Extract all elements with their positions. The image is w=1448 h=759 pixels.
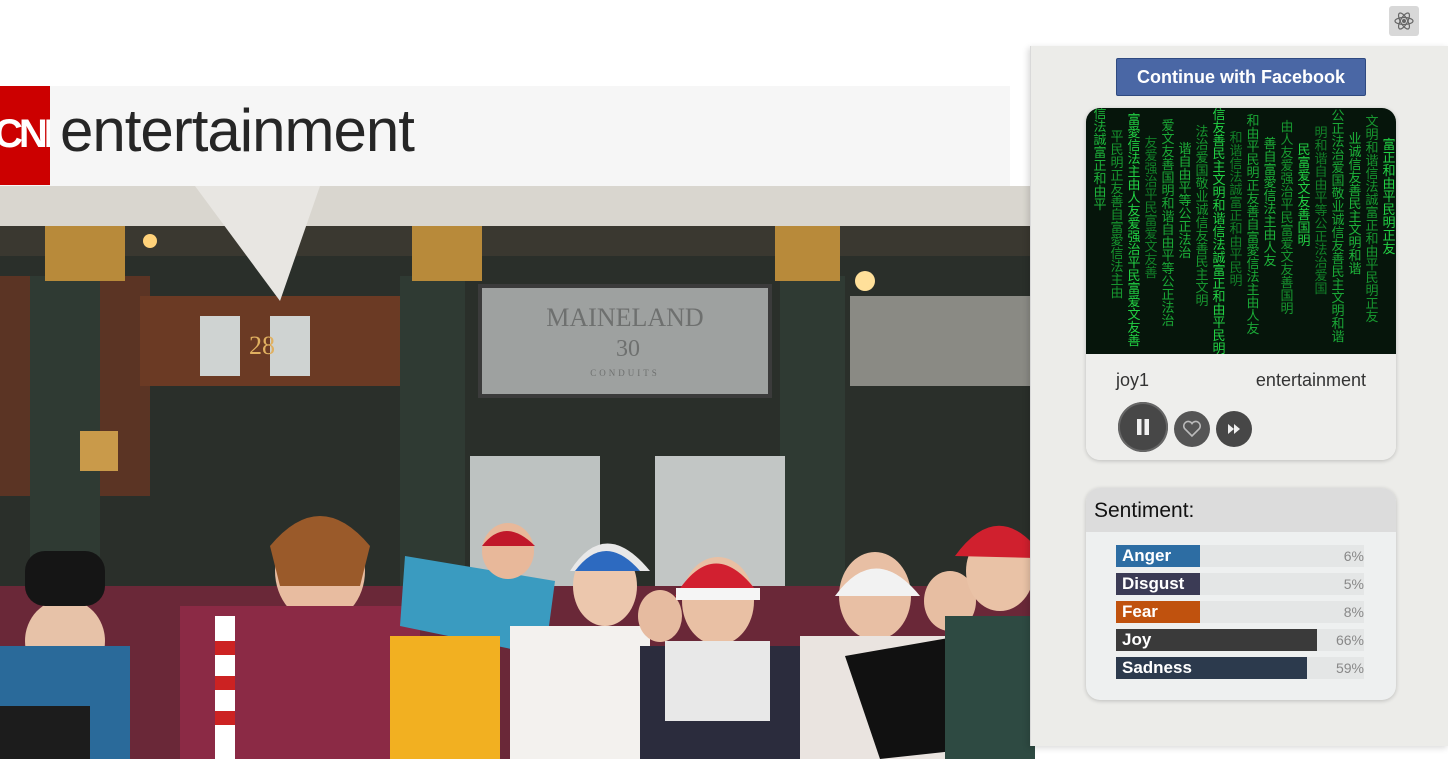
station-label: entertainment — [1255, 370, 1366, 390]
sentiment-row-sadness: Sadness 59% — [1116, 657, 1364, 679]
sentiment-label: Fear — [1122, 602, 1158, 621]
player-meta: joy1 entertainment — [1086, 354, 1396, 460]
extension-panel: Continue with Facebook 信法誠富正和由平 平民明正友善自富愛… — [1030, 46, 1448, 746]
window-number: 28 — [249, 331, 275, 360]
logo-text: CNN — [0, 112, 50, 156]
site-header: CNN entertainment — [0, 86, 1010, 186]
pause-icon — [1137, 419, 1149, 435]
sentiment-label: Anger — [1122, 546, 1172, 565]
sentiment-title: Sentiment: — [1086, 488, 1396, 532]
matrix-column: 善自富愛信法主由人友 — [1263, 137, 1277, 269]
sentiment-percent: 59% — [1335, 660, 1364, 676]
sentiment-row-anger: Anger 6% — [1116, 545, 1364, 567]
matrix-column: 法治爱国敬业诚信友善民主文明 — [1195, 125, 1209, 309]
hero-photo: MAINELAND 30 CONDUITS 28 — [0, 186, 1035, 759]
sentiment-label: Disgust — [1122, 574, 1185, 593]
sentiment-card: Sentiment: Anger 6% Disgust 5% Fear 8% Joy 66% S… — [1086, 488, 1396, 700]
matrix-column: 友爱强治平民富爱文友善 — [1144, 136, 1158, 281]
sentiment-row-disgust: Disgust 5% — [1116, 573, 1364, 595]
matrix-column: 和由平民明正友善自富愛信法主由人友 — [1246, 114, 1260, 337]
matrix-column: 谐自由平等公正法治 — [1178, 142, 1192, 261]
matrix-visualizer: 信法誠富正和由平 平民明正友善自富愛信法主由 富愛信法主由人友爱强治平民富爱文友善友… — [1086, 108, 1396, 354]
matrix-column: 业诚信友善民主文明和谐 — [1348, 132, 1362, 277]
cnn-logo[interactable]: CNN — [0, 86, 50, 185]
sentiment-label: Joy — [1122, 630, 1152, 649]
matrix-column: 文明和谐信法誠富正和由平民明正友 — [1365, 115, 1379, 325]
sign-number: 30 — [616, 336, 640, 362]
user-label: joy1 — [1116, 370, 1150, 390]
matrix-column: 公正法治爱国敬业诚信友善民主文明和谐 — [1331, 109, 1345, 345]
atom-icon — [1394, 12, 1414, 30]
sentiment-percent: 6% — [1343, 548, 1364, 564]
matrix-column: 富正和由平民明正友 — [1382, 138, 1396, 257]
pause-button[interactable] — [1118, 402, 1168, 452]
sign-sub: CONDUITS — [590, 368, 660, 378]
matrix-column: 信法誠富正和由平 — [1093, 108, 1107, 213]
matrix-column: 富愛信法主由人友爱强治平民富爱文友善 — [1127, 113, 1141, 349]
matrix-column: 民富爱文友善国明 — [1297, 143, 1311, 249]
matrix-column: 平民明正友善自富愛信法主由 — [1110, 130, 1124, 301]
sentiment-row-joy: Joy 66% — [1116, 629, 1364, 651]
sentiment-percent: 5% — [1343, 576, 1364, 592]
matrix-column: 明和谐自由平等公正法治爱国 — [1314, 126, 1328, 297]
skip-button[interactable] — [1216, 411, 1252, 447]
heart-icon — [1182, 420, 1202, 438]
like-button[interactable] — [1174, 411, 1210, 447]
continue-with-facebook-button[interactable]: Continue with Facebook — [1116, 58, 1366, 96]
sentiment-row-fear: Fear 8% — [1116, 601, 1364, 623]
sign-text: MAINELAND — [546, 303, 703, 332]
next-icon — [1228, 424, 1240, 434]
sentiment-label: Sadness — [1122, 658, 1192, 677]
sentiment-percent: 66% — [1335, 632, 1364, 648]
sentiment-percent: 8% — [1343, 604, 1364, 620]
matrix-column: 由人友爱强治平民富爱文友善国明 — [1280, 120, 1294, 317]
section-title: entertainment — [60, 97, 415, 164]
player-card: 信法誠富正和由平 平民明正友善自富愛信法主由 富愛信法主由人友爱强治平民富爱文友善友… — [1086, 108, 1396, 460]
matrix-column: 信友善民主文明和谐信法誠富正和由平民明 — [1212, 108, 1226, 354]
extension-toggle-button[interactable] — [1389, 6, 1419, 36]
hero-photo-drawing: MAINELAND 30 CONDUITS 28 — [0, 186, 1035, 759]
matrix-column: 爱文友善国明和谐自由平等公正法治 — [1161, 119, 1175, 329]
matrix-column: 和谐信法誠富正和由平民明 — [1229, 131, 1243, 289]
